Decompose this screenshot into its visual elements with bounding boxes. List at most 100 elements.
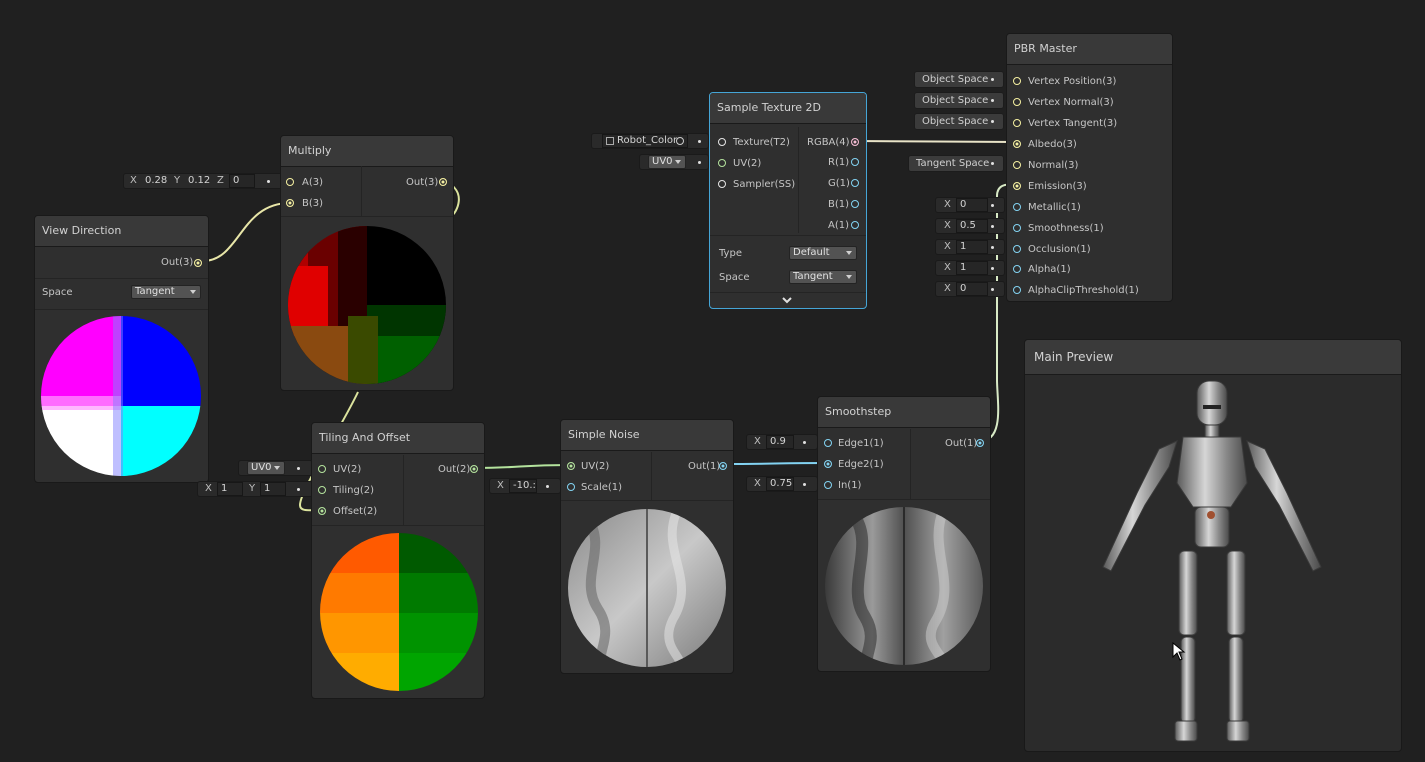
metallic-field[interactable]: X 0: [935, 197, 1005, 213]
smoothness-label: Smoothness(1): [1028, 223, 1104, 234]
alpha-field[interactable]: X 1: [935, 260, 1005, 276]
albedo-pin[interactable]: [1013, 140, 1021, 148]
a-x-input[interactable]: 0.28: [142, 175, 172, 189]
out-port-pin[interactable]: [439, 178, 447, 186]
in-b-pin[interactable]: [286, 199, 294, 207]
uv-field[interactable]: UV0: [639, 154, 709, 170]
tiling-value-field[interactable]: X 1 Y 1: [197, 481, 313, 497]
in-field[interactable]: X 0.75: [746, 476, 818, 492]
in-b-label: B(3): [302, 198, 324, 209]
x-label: X: [944, 220, 951, 231]
vertex-position-pin[interactable]: [1013, 77, 1021, 85]
noise-scale-field[interactable]: X -10.:: [489, 478, 561, 494]
expand-chevron-icon[interactable]: [782, 295, 792, 305]
vertex-normal-pin[interactable]: [1013, 98, 1021, 106]
multiply-a-field[interactable]: X 0.28 Y 0.12 Z 0: [123, 173, 283, 189]
alpha-clip-input[interactable]: 0: [956, 282, 988, 296]
tiling-preview: [320, 533, 478, 691]
out-port-label: Out(3): [161, 257, 194, 268]
main-preview-title: Main Preview: [1025, 340, 1401, 375]
out-port-pin[interactable]: [194, 259, 202, 267]
divider: [561, 500, 733, 501]
simple-noise-node[interactable]: Simple Noise UV(2) Scale(1) Out(1): [560, 419, 734, 674]
alpha-input[interactable]: 1: [956, 261, 988, 275]
edge2-pin[interactable]: [824, 460, 832, 468]
main-preview-panel[interactable]: Main Preview: [1024, 339, 1402, 752]
a-z-input[interactable]: 0: [229, 174, 255, 188]
multiply-node[interactable]: Multiply A(3) B(3) Out(3): [280, 135, 454, 391]
alpha-pin[interactable]: [1013, 265, 1021, 273]
rgba-pin[interactable]: [851, 138, 859, 146]
tiling-uv-field[interactable]: UV0: [238, 460, 313, 476]
b-pin[interactable]: [851, 200, 859, 208]
texture-field[interactable]: Robot_Color: [591, 133, 709, 149]
smoothstep-node[interactable]: Smoothstep Edge1(1) Edge2(1) In(1) Out(1…: [817, 396, 991, 672]
port-connector-dot: [297, 467, 300, 470]
rgba-label: RGBA(4): [807, 137, 850, 148]
tiling-offset-node[interactable]: Tiling And Offset UV(2) Tiling(2) Offset…: [311, 422, 485, 699]
in-label: In(1): [838, 480, 862, 491]
out-port-pin[interactable]: [470, 465, 478, 473]
divider: [312, 525, 484, 526]
uv-pin[interactable]: [567, 462, 575, 470]
type-dropdown[interactable]: Default: [789, 246, 857, 260]
view-direction-node[interactable]: View Direction Out(3) Space Tangent: [34, 215, 209, 483]
edge1-pin[interactable]: [824, 439, 832, 447]
normal-pin[interactable]: [1013, 161, 1021, 169]
occlusion-field[interactable]: X 1: [935, 239, 1005, 255]
space-dropdown[interactable]: Tangent: [789, 270, 857, 284]
tiling-y-input[interactable]: 1: [260, 482, 286, 496]
x-label: X: [130, 175, 137, 186]
uv-pin[interactable]: [718, 159, 726, 167]
a-pin[interactable]: [851, 221, 859, 229]
space-dropdown[interactable]: Tangent: [131, 285, 201, 299]
tiling-x-input[interactable]: 1: [217, 482, 243, 496]
preview-image: [320, 533, 478, 691]
out-port-pin[interactable]: [976, 439, 984, 447]
port-connector-dot: [698, 161, 701, 164]
vertex-position-label: Vertex Position(3): [1028, 76, 1117, 87]
vertex-tangent-pin[interactable]: [1013, 119, 1021, 127]
pbr-master-node[interactable]: PBR Master Vertex Position(3) Vertex Nor…: [1006, 33, 1173, 302]
sample-texture-node[interactable]: Sample Texture 2D Texture(T2) UV(2) Samp…: [709, 92, 867, 309]
scale-input[interactable]: -10.:: [509, 479, 537, 493]
edge1-input[interactable]: 0.9: [766, 435, 794, 449]
uv-label: UV(2): [333, 464, 362, 475]
port-connector-dot: [991, 288, 994, 291]
sampler-pin[interactable]: [718, 180, 726, 188]
metallic-input[interactable]: 0: [956, 198, 988, 212]
smoothness-field[interactable]: X 0.5: [935, 218, 1005, 234]
smoothness-input[interactable]: 0.5: [956, 219, 988, 233]
target-icon[interactable]: [676, 137, 684, 145]
uv-dropdown[interactable]: UV0: [247, 461, 285, 475]
uv-pin[interactable]: [318, 465, 326, 473]
uv-dropdown[interactable]: UV0: [648, 155, 686, 169]
occlusion-pin[interactable]: [1013, 245, 1021, 253]
metallic-label: Metallic(1): [1028, 202, 1081, 213]
offset-pin[interactable]: [318, 507, 326, 515]
r-pin[interactable]: [851, 158, 859, 166]
view-direction-preview: [41, 316, 201, 476]
metallic-pin[interactable]: [1013, 203, 1021, 211]
uv-label: UV(2): [581, 461, 610, 472]
y-label: Y: [174, 175, 181, 186]
out-port-pin[interactable]: [719, 462, 727, 470]
smoothness-pin[interactable]: [1013, 224, 1021, 232]
wire-noise-smoothstep: [722, 462, 828, 465]
edge1-field[interactable]: X 0.9: [746, 434, 818, 450]
occlusion-input[interactable]: 1: [956, 240, 988, 254]
in-pin[interactable]: [824, 481, 832, 489]
scale-pin[interactable]: [567, 483, 575, 491]
in-input[interactable]: 0.75: [766, 477, 794, 491]
in-a-pin[interactable]: [286, 178, 294, 186]
alpha-clip-field[interactable]: X 0: [935, 281, 1005, 297]
a-y-input[interactable]: 0.12: [185, 175, 215, 189]
texture-pin[interactable]: [718, 138, 726, 146]
tiling-pin[interactable]: [318, 486, 326, 494]
node-title: Multiply: [281, 136, 453, 167]
normal-space-tag[interactable]: Tangent Space: [908, 155, 1004, 172]
emission-pin[interactable]: [1013, 182, 1021, 190]
alpha-clip-pin[interactable]: [1013, 286, 1021, 294]
g-pin[interactable]: [851, 179, 859, 187]
x-label: X: [944, 199, 951, 210]
